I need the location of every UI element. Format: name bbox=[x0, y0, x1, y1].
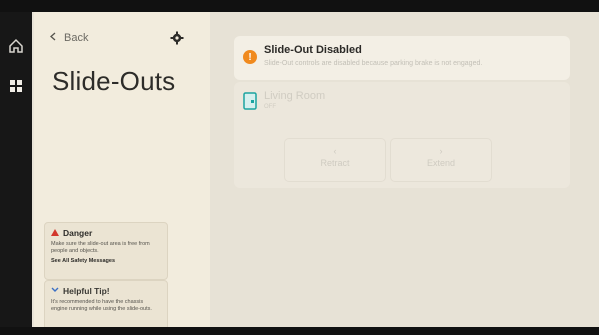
page-title: Slide-Outs bbox=[52, 66, 176, 96]
extend-button[interactable]: › Extend bbox=[390, 138, 492, 182]
main-content: ! Slide-Out Disabled Slide-Out controls … bbox=[210, 12, 599, 327]
app-screen: Back Slide-Outs Danger Make sure the sli… bbox=[0, 12, 599, 327]
retract-label: Retract bbox=[320, 158, 350, 168]
back-label: Back bbox=[64, 32, 89, 44]
banner-title: Slide-Out Disabled bbox=[264, 44, 362, 56]
danger-body: Make sure the slide-out area is free fro… bbox=[51, 241, 150, 254]
banner-subtitle: Slide-Out controls are disabled because … bbox=[264, 60, 483, 67]
extend-label: Extend bbox=[426, 158, 456, 168]
room-icon bbox=[243, 92, 257, 115]
arrow-left-icon: ‹ bbox=[333, 146, 337, 156]
warning-icon: ! bbox=[243, 50, 257, 64]
chevron-left-icon bbox=[50, 32, 56, 44]
slide-out-panel: Living Room OFF ‹ Retract › Extend bbox=[234, 82, 570, 188]
safety-messages-link[interactable]: See All Safety Messages bbox=[51, 258, 161, 264]
gear-icon[interactable] bbox=[170, 31, 184, 50]
room-name: Living Room bbox=[264, 90, 326, 102]
home-icon[interactable] bbox=[6, 36, 26, 56]
back-button[interactable]: Back bbox=[50, 32, 88, 44]
side-rail bbox=[0, 12, 70, 327]
danger-icon bbox=[51, 228, 59, 238]
tip-title: Helpful Tip! bbox=[63, 286, 110, 296]
danger-title: Danger bbox=[63, 228, 93, 238]
arrow-right-icon: › bbox=[439, 146, 443, 156]
tip-body: It's recommended to have the chassis eng… bbox=[51, 299, 152, 312]
room-state: OFF bbox=[264, 104, 276, 110]
danger-card: Danger Make sure the slide-out area is f… bbox=[44, 222, 168, 280]
grid-icon[interactable] bbox=[6, 76, 26, 96]
retract-button[interactable]: ‹ Retract bbox=[284, 138, 386, 182]
disabled-banner: ! Slide-Out Disabled Slide-Out controls … bbox=[234, 36, 570, 80]
lightbulb-icon bbox=[51, 286, 59, 296]
tip-card: Helpful Tip! It's recommended to have th… bbox=[44, 280, 168, 327]
